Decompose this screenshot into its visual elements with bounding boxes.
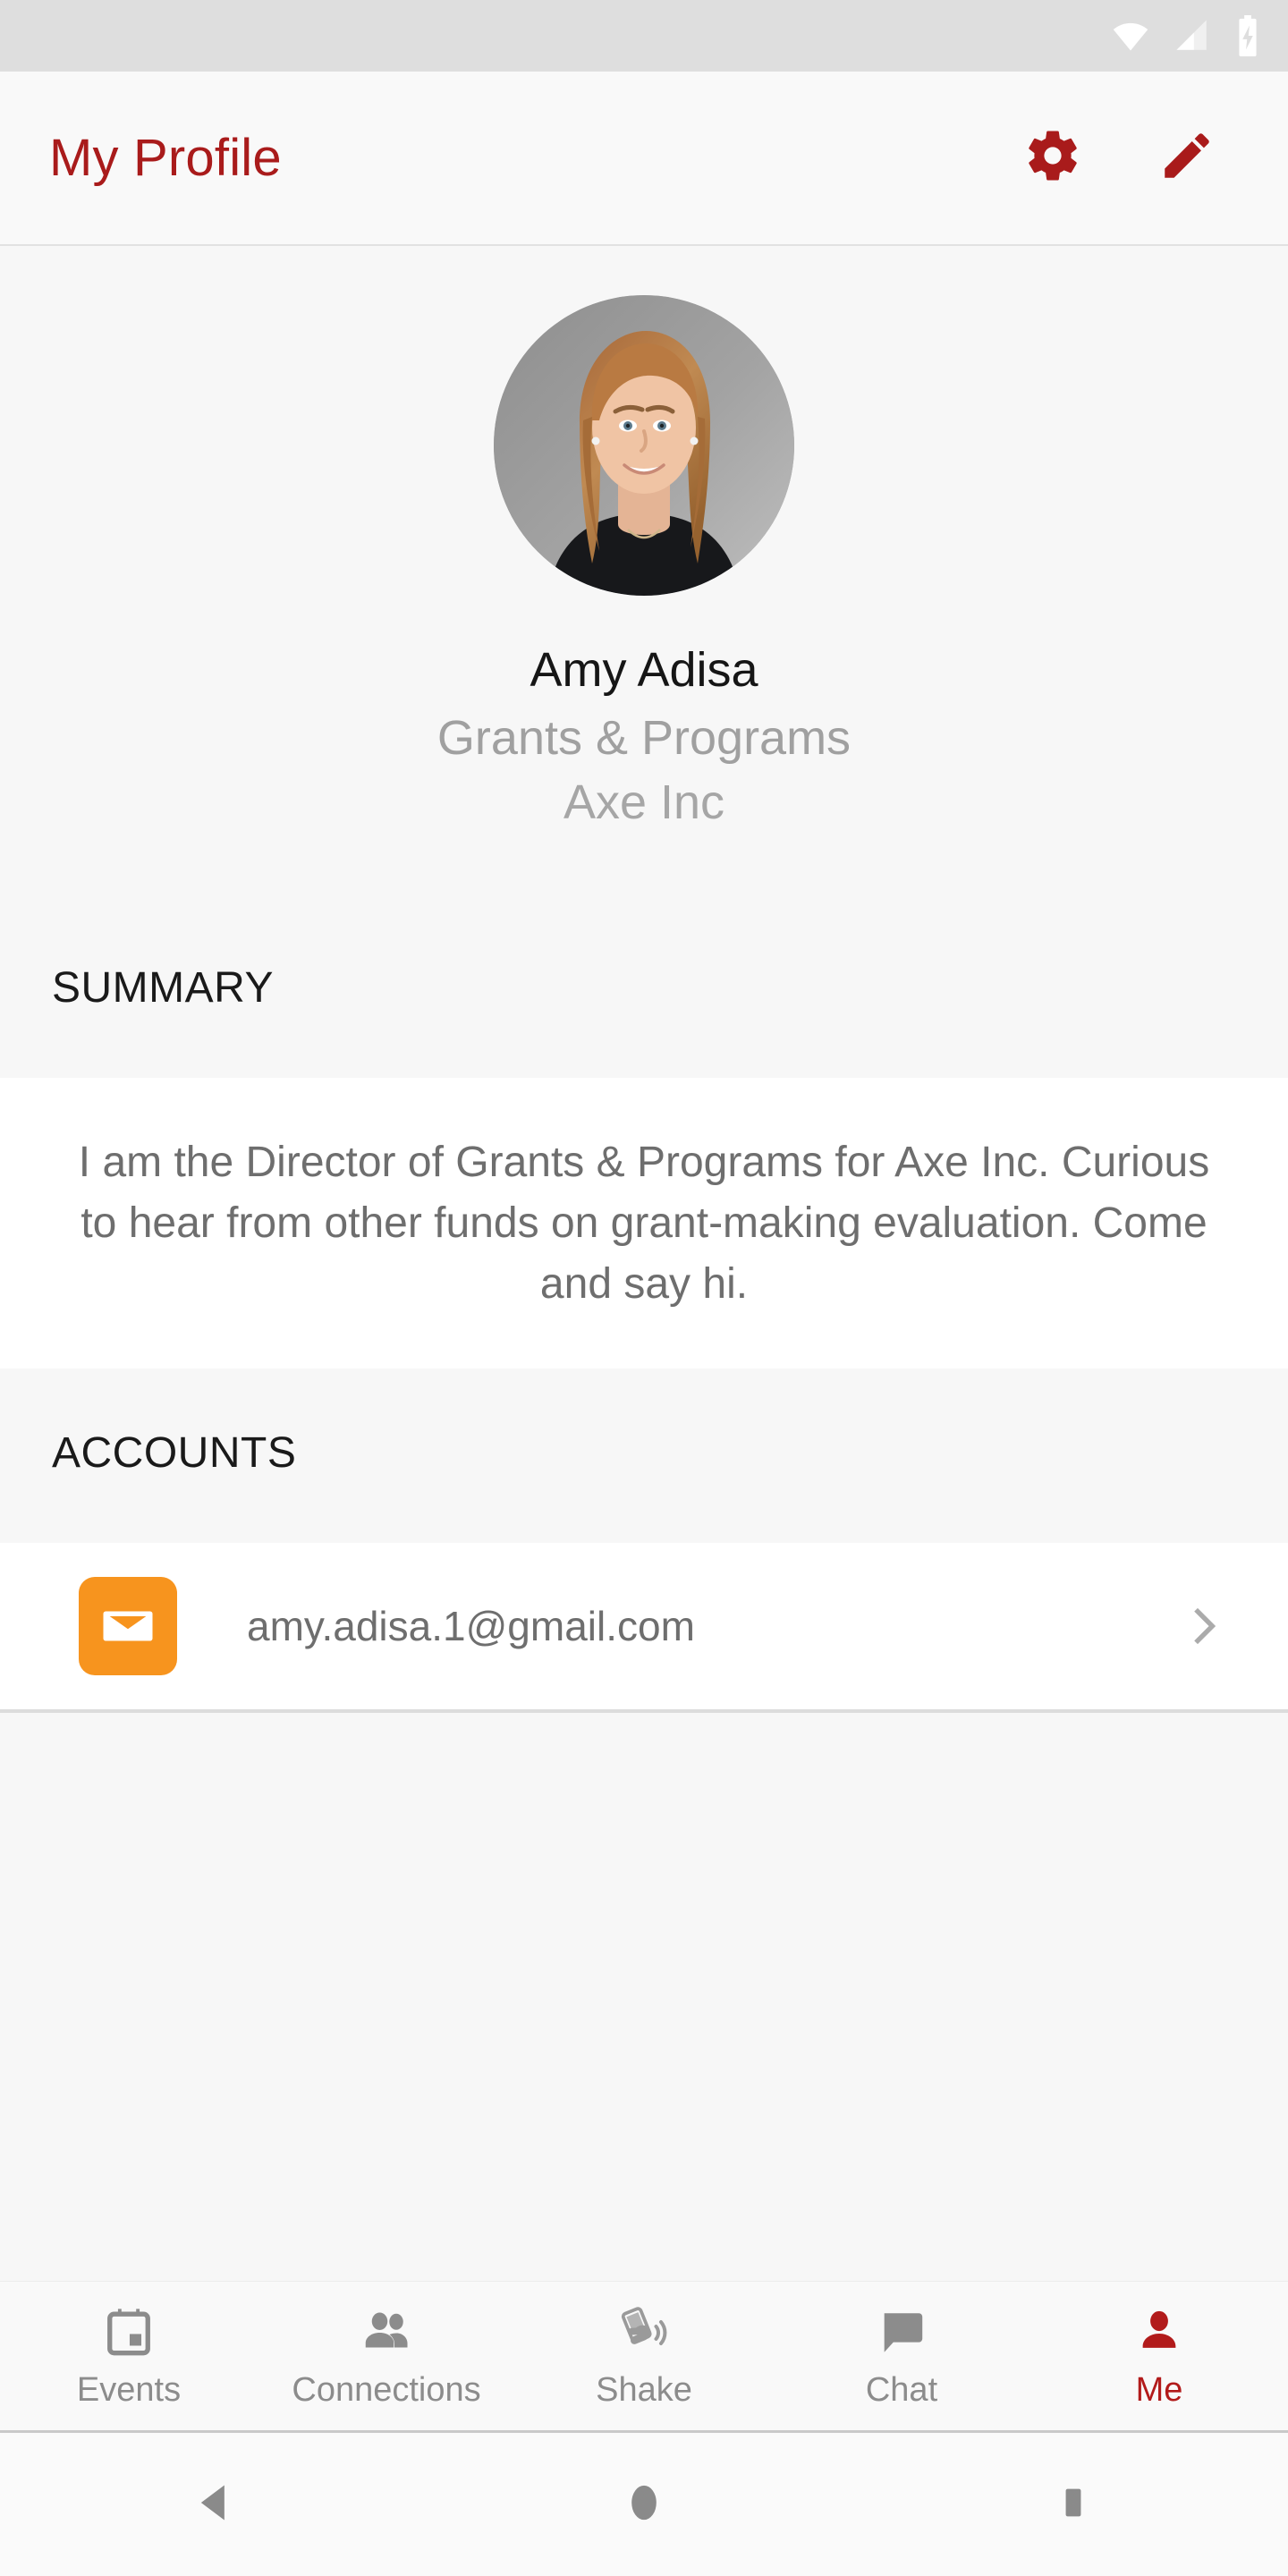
bottom-tab-bar: Events Connections Shake Chat Me (0, 2281, 1288, 2433)
cellular-signal-icon (1174, 17, 1211, 55)
tab-label-me: Me (1135, 2370, 1183, 2409)
triangle-back-icon (191, 2479, 238, 2530)
accounts-section-header: ACCOUNTS (52, 1429, 297, 1477)
circle-home-icon (623, 2482, 665, 2528)
tab-label-events: Events (76, 2370, 182, 2409)
system-navigation-bar (0, 2433, 1288, 2576)
tab-shake[interactable]: Shake (515, 2282, 773, 2430)
tab-label-shake: Shake (596, 2370, 692, 2409)
summary-card: I am the Director of Grants & Programs f… (0, 1078, 1288, 1368)
settings-button[interactable] (1021, 127, 1084, 190)
chat-bubble-icon (876, 2303, 928, 2359)
profile-photo (494, 295, 794, 596)
shake-phone-icon (617, 2303, 671, 2359)
tab-chat[interactable]: Chat (773, 2282, 1030, 2430)
edit-profile-button[interactable] (1156, 127, 1218, 190)
recents-button[interactable] (859, 2483, 1288, 2527)
calendar-icon (103, 2303, 155, 2359)
profile-organization: Axe Inc (563, 775, 725, 829)
gear-icon (1023, 126, 1082, 190)
tab-label-chat: Chat (865, 2370, 938, 2409)
home-button[interactable] (429, 2482, 859, 2528)
email-icon (79, 1577, 177, 1675)
battery-charging-icon (1234, 15, 1261, 56)
profile-role: Grants & Programs (436, 711, 852, 765)
profile-name: Amy Adisa (530, 643, 758, 697)
account-row[interactable]: amy.adisa.1@gmail.com (0, 1543, 1288, 1713)
status-bar (0, 0, 1288, 72)
app-bar: My Profile (0, 72, 1288, 246)
profile-header: Amy Adisa Grants & Programs Axe Inc (0, 248, 1288, 830)
chevron-right-icon[interactable] (1179, 1601, 1229, 1651)
pencil-icon (1157, 126, 1216, 190)
back-button[interactable] (0, 2479, 429, 2530)
people-icon (360, 2303, 413, 2359)
app-screen: My Profile Amy Adisa Grants & Programs A… (0, 0, 1288, 2576)
tab-events[interactable]: Events (0, 2282, 258, 2430)
page-title: My Profile (49, 129, 282, 187)
person-icon (1133, 2303, 1185, 2359)
summary-text: I am the Director of Grants & Programs f… (78, 1138, 1210, 1308)
square-recents-icon (1054, 2483, 1093, 2527)
summary-section-header: SUMMARY (52, 964, 274, 1012)
tab-connections[interactable]: Connections (258, 2282, 515, 2430)
wifi-icon (1111, 16, 1150, 55)
tab-label-connections: Connections (292, 2370, 481, 2409)
tab-me[interactable]: Me (1030, 2282, 1288, 2430)
account-email: amy.adisa.1@gmail.com (247, 1603, 695, 1649)
app-bar-actions (1021, 127, 1218, 190)
avatar[interactable] (494, 295, 794, 596)
